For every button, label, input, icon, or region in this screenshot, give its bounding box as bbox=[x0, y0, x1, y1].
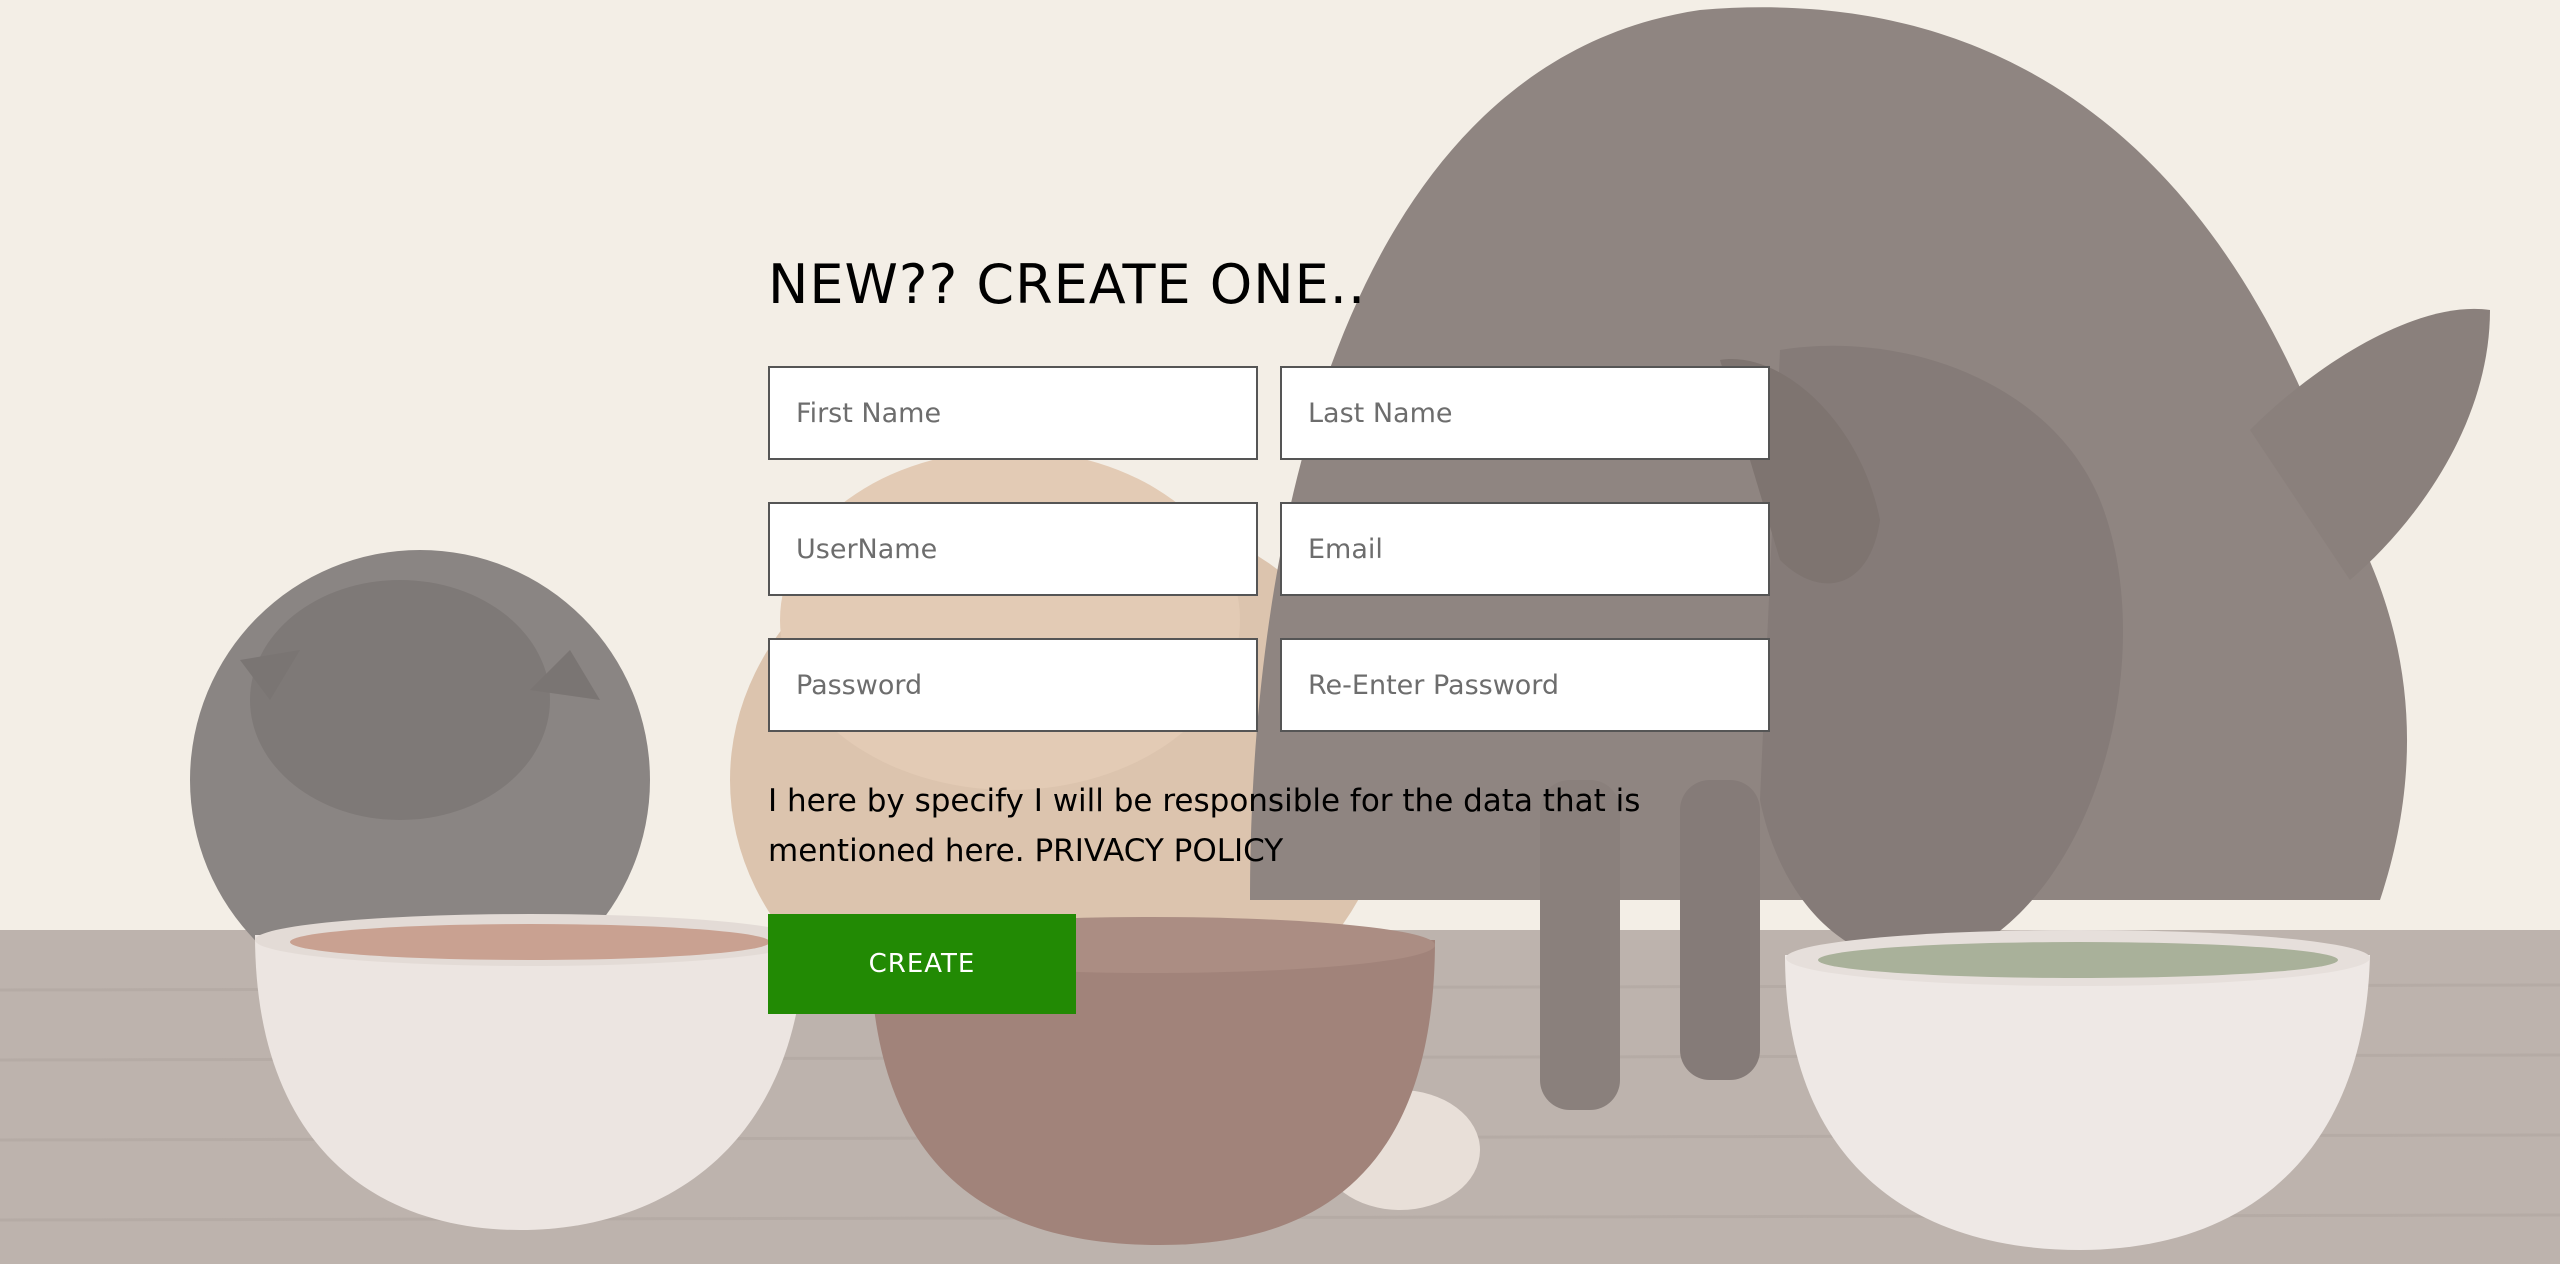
username-input[interactable] bbox=[768, 502, 1258, 596]
page-title: NEW?? CREATE ONE.. bbox=[768, 253, 1367, 316]
privacy-policy-link[interactable]: PRIVACY POLICY bbox=[1034, 833, 1283, 869]
last-name-input[interactable] bbox=[1280, 366, 1770, 460]
password-input[interactable] bbox=[768, 638, 1258, 732]
signup-page: NEW?? CREATE ONE.. I here by specify I w… bbox=[0, 0, 2560, 1264]
signup-fields bbox=[768, 366, 1772, 732]
signup-form: NEW?? CREATE ONE.. I here by specify I w… bbox=[768, 248, 1772, 1014]
reenter-password-input[interactable] bbox=[1280, 638, 1770, 732]
first-name-input[interactable] bbox=[768, 366, 1258, 460]
create-button[interactable]: CREATE bbox=[768, 914, 1076, 1014]
terms-statement: I here by specify I will be responsible … bbox=[768, 776, 1772, 876]
email-input[interactable] bbox=[1280, 502, 1770, 596]
